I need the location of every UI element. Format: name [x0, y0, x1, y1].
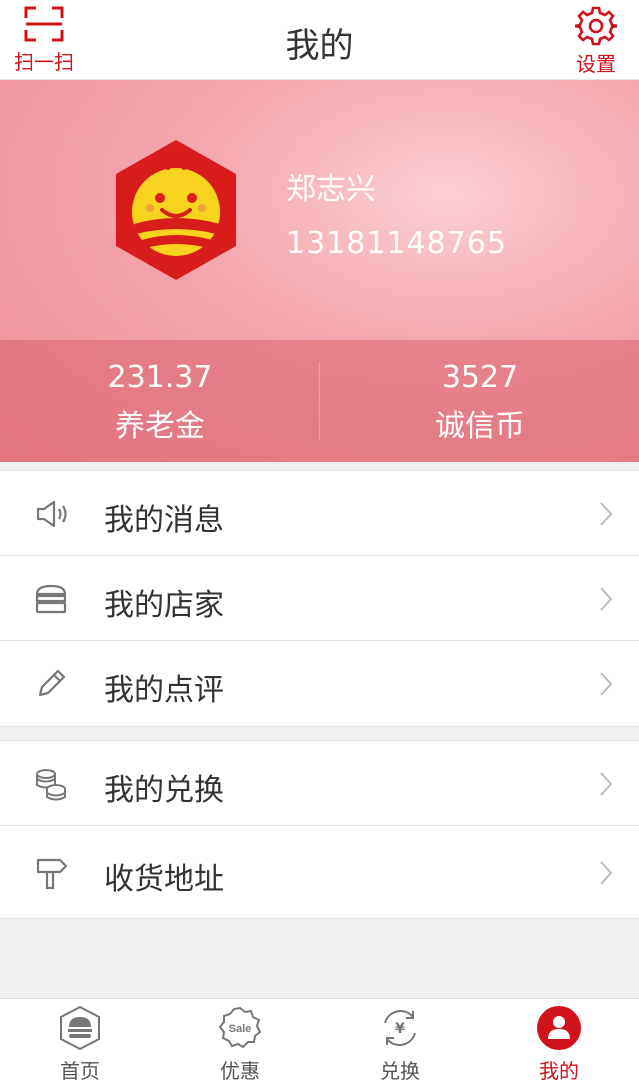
menu-item-messages[interactable]: 我的消息	[0, 471, 639, 556]
profile-banner: 郑志兴 13181148765 231.37 养老金 3527 诚信币	[0, 80, 639, 462]
menu-item-label: 我的点评	[104, 673, 224, 708]
chevron-right-icon	[600, 672, 613, 696]
credit-coin-value: 3527	[441, 360, 519, 395]
menu-item-exchanges[interactable]: 我的兑换	[0, 741, 639, 826]
menu-item-reviews[interactable]: 我的点评	[0, 641, 639, 726]
bottom-tab-bar: 首页 Sale 优惠 ¥ 兑换 我的	[0, 998, 639, 1091]
gear-icon	[575, 6, 617, 46]
chevron-right-icon	[600, 502, 613, 526]
menu-item-stores[interactable]: 我的店家	[0, 556, 639, 641]
tab-deals[interactable]: Sale 优惠	[160, 1005, 320, 1089]
chevron-right-icon	[600, 861, 613, 885]
menu-item-label: 我的兑换	[104, 773, 224, 808]
user-phone: 13181148765	[286, 226, 507, 261]
menu-item-label: 我的消息	[104, 503, 224, 538]
menu-item-label: 收货地址	[104, 862, 224, 897]
tab-label: 优惠	[220, 1059, 260, 1083]
tab-home[interactable]: 首页	[0, 1005, 160, 1089]
tab-label: 首页	[60, 1059, 100, 1083]
menu-group-secondary: 我的兑换 收货地址	[0, 740, 639, 919]
top-nav-bar: 扫一扫 我的 设置	[0, 0, 639, 80]
burger-home-icon	[60, 1005, 100, 1051]
tab-exchange[interactable]: ¥ 兑换	[320, 1005, 480, 1089]
speaker-icon	[36, 500, 67, 528]
svg-text:¥: ¥	[395, 1021, 405, 1037]
user-profile-icon	[537, 1006, 581, 1050]
yuan-exchange-icon: ¥	[384, 1010, 416, 1046]
svg-text:Sale: Sale	[229, 1023, 252, 1035]
user-name: 郑志兴	[286, 172, 376, 207]
page-title: 我的	[285, 26, 354, 66]
settings-label: 设置	[576, 52, 616, 76]
pencil-icon	[38, 669, 66, 697]
menu-group-primary: 我的消息 我的店家 我的点评	[0, 470, 639, 727]
chevron-right-icon	[600, 587, 613, 611]
settings-button[interactable]: 设置	[571, 6, 621, 76]
pension-value: 231.37	[107, 360, 213, 395]
menu-item-shipping-address[interactable]: 收货地址	[0, 826, 639, 918]
tab-label: 兑换	[380, 1059, 420, 1083]
signpost-icon	[36, 858, 68, 890]
pension-stat[interactable]: 231.37 养老金	[0, 360, 320, 445]
coins-icon	[36, 769, 66, 801]
pension-label: 养老金	[115, 409, 205, 444]
credit-coin-label: 诚信币	[435, 409, 525, 444]
tab-profile[interactable]: 我的	[479, 1005, 639, 1089]
credit-coin-stat[interactable]: 3527 诚信币	[320, 360, 639, 445]
chevron-right-icon	[600, 772, 613, 796]
sale-badge-icon: Sale	[218, 1006, 262, 1049]
avatar[interactable]	[112, 138, 240, 282]
tab-label: 我的	[539, 1059, 579, 1083]
store-icon	[35, 584, 67, 614]
account-stats: 231.37 养老金 3527 诚信币	[0, 340, 639, 462]
menu-item-label: 我的店家	[104, 588, 224, 623]
